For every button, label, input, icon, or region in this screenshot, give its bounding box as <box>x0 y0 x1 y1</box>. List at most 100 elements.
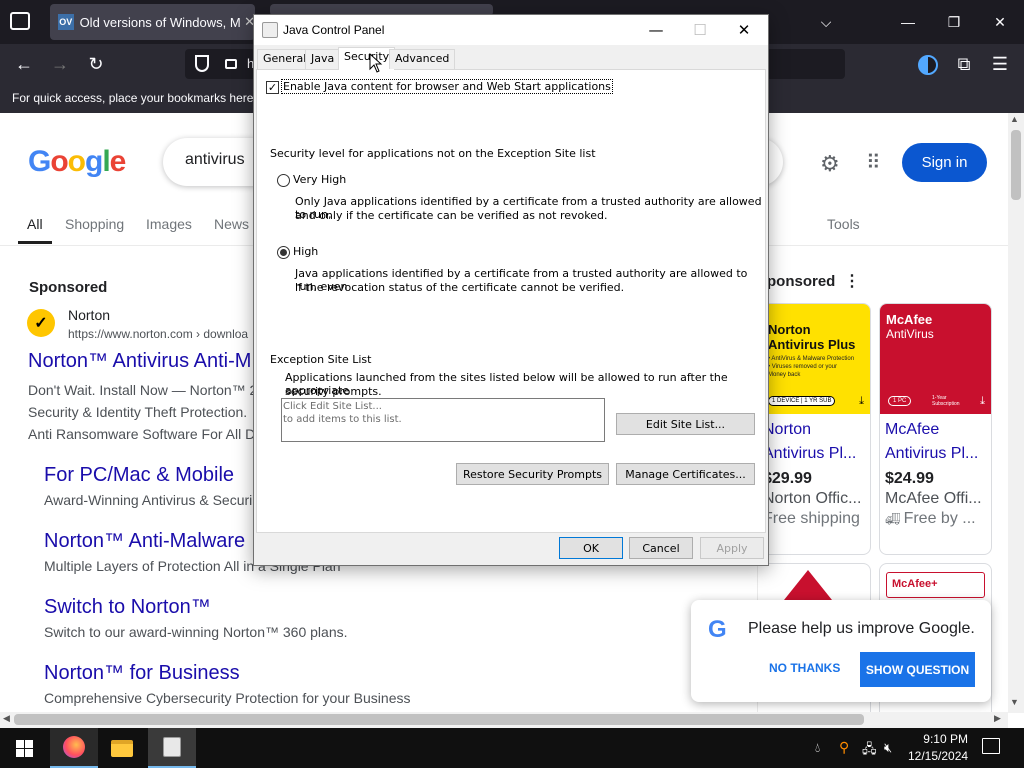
clock-date[interactable]: 12/15/2024 <box>908 749 968 763</box>
list-all-tabs-icon[interactable]: ⌵ <box>804 8 848 36</box>
product-name-mcafee[interactable]: McAfee Antivirus Pl... <box>880 414 991 466</box>
bookmarks-hint: For quick access, place your bookmarks h… <box>12 91 264 105</box>
apply-button[interactable]: Apply <box>700 537 764 559</box>
taskbar: 💧︎ ⚲ 🖧︎ 🔇︎ 9:10 PM 12/15/2024 <box>0 728 1024 768</box>
java-control-panel-taskbar-icon[interactable] <box>148 728 196 768</box>
product-price: $29.99 <box>763 470 812 487</box>
mcafee-plus-label: McAfee+ <box>886 572 985 598</box>
filter-news[interactable]: News <box>214 216 249 232</box>
jcp-title-bar[interactable]: Java Control Panel — ☐ ✕ <box>254 15 768 45</box>
sitelink-desc: Switch to our award-winning Norton™ 360 … <box>44 624 348 640</box>
network-tray-icon[interactable]: 🖧︎ <box>862 740 877 762</box>
reload-icon[interactable]: ↻ <box>82 50 110 78</box>
more-options-icon[interactable]: ⋮ <box>844 271 860 291</box>
tools-button[interactable]: Tools <box>827 216 860 232</box>
vertical-scrollbar[interactable] <box>1008 113 1024 713</box>
jcp-close-button[interactable]: ✕ <box>722 17 766 43</box>
feedback-popup: G Please help us improve Google. NO THAN… <box>691 600 991 702</box>
edit-site-list-button[interactable]: Edit Site List... <box>616 413 755 435</box>
tab-security[interactable]: Security <box>338 47 396 70</box>
product-name-norton[interactable]: Norton Antivirus Pl... <box>758 414 870 466</box>
tab-advanced[interactable]: Advanced <box>389 49 456 69</box>
google-g-icon: G <box>708 616 727 643</box>
very-high-label[interactable]: Very High <box>293 173 346 186</box>
sitelink-switch[interactable]: Switch to Norton™ <box>44 596 211 619</box>
feedback-text: Please help us improve Google. <box>748 620 975 637</box>
product-store: McAfee Offi... <box>885 490 982 507</box>
horizontal-scroll-thumb[interactable] <box>14 714 864 725</box>
jcp-minimize-button[interactable]: — <box>634 17 678 43</box>
scroll-down-icon[interactable]: ▼ <box>1010 697 1019 707</box>
search-tray-icon[interactable]: ⚲ <box>839 739 849 756</box>
show-question-button[interactable]: SHOW QUESTION <box>860 652 975 687</box>
scroll-up-icon[interactable]: ▲ <box>1010 114 1019 124</box>
dropbox-tray-icon[interactable]: 💧︎ <box>815 740 820 756</box>
account-icon[interactable] <box>918 55 938 75</box>
sitelink-desc: Award-Winning Antivirus & Securi <box>44 492 253 508</box>
start-windows-icon[interactable] <box>0 728 48 768</box>
download-icon: ⤓ <box>980 395 985 407</box>
product-price: $24.99 <box>885 470 934 487</box>
ad-url: https://www.norton.com › downloa <box>68 327 249 341</box>
volume-muted-icon[interactable]: 🔇︎ <box>884 740 892 756</box>
forward-icon[interactable]: → <box>46 50 74 78</box>
extensions-icon[interactable]: ⧉ <box>950 50 978 78</box>
close-window-button[interactable]: ✕ <box>978 8 1022 36</box>
exception-site-list-box[interactable]: Click Edit Site List... to add items to … <box>281 398 605 442</box>
google-apps-icon[interactable]: ⠿ <box>866 150 881 175</box>
sign-in-button[interactable]: Sign in <box>902 143 987 182</box>
truck-icon: 🚚︎ <box>885 512 904 526</box>
enable-java-checkbox[interactable]: ✓ <box>266 81 279 94</box>
sitelink-anti-malware[interactable]: Norton™ Anti-Malware <box>44 530 245 553</box>
enable-java-label[interactable]: Enable Java content for browser and Web … <box>281 79 613 94</box>
filter-images[interactable]: Images <box>146 216 192 232</box>
firefox-icon[interactable] <box>50 728 98 768</box>
scroll-right-icon[interactable]: ▶ <box>994 713 1001 724</box>
clock-time[interactable]: 9:10 PM <box>912 732 968 746</box>
java-cup-icon <box>262 22 278 38</box>
restore-security-prompts-button[interactable]: Restore Security Prompts <box>456 463 609 485</box>
sitelink-desc: Comprehensive Cybersecurity Protection f… <box>44 690 411 706</box>
menu-icon[interactable]: ☰ <box>986 50 1014 78</box>
minimize-button[interactable]: — <box>886 8 930 36</box>
lock-icon[interactable] <box>225 59 237 69</box>
tab-java[interactable]: Java <box>305 49 341 69</box>
no-thanks-button[interactable]: NO THANKS <box>769 661 840 675</box>
high-radio[interactable] <box>277 246 290 259</box>
security-level-label: Security level for applications not on t… <box>270 147 596 160</box>
cancel-button[interactable]: Cancel <box>629 537 693 559</box>
sitelink-pc-mac[interactable]: For PC/Mac & Mobile <box>44 464 234 487</box>
ok-button[interactable]: OK <box>559 537 623 559</box>
download-icon: ⤓ <box>859 395 864 407</box>
file-explorer-icon[interactable] <box>98 728 146 768</box>
back-icon[interactable]: ← <box>10 50 38 78</box>
manage-certificates-button[interactable]: Manage Certificates... <box>616 463 755 485</box>
scroll-left-icon[interactable]: ◀ <box>3 713 10 724</box>
tab-old-versions[interactable]: OV Old versions of Windows, Mac ... ✕ <box>50 4 255 40</box>
filter-all[interactable]: All <box>18 216 52 244</box>
product-shipping: Free shipping <box>763 510 860 527</box>
high-label[interactable]: High <box>293 245 318 258</box>
ad-desc-line-3: Anti Ransomware Software For All D <box>28 426 256 442</box>
product-image-norton: Norton Antivirus Plus • AntiVirus & Malw… <box>758 304 870 414</box>
settings-icon[interactable]: ⚙ <box>820 151 840 177</box>
site-list-hint: to add items to this list. <box>283 414 402 425</box>
ad-title-link[interactable]: Norton™ Antivirus Anti-M <box>28 350 251 373</box>
product-card-mcafee[interactable]: McAfee AntiVirus 1 PC 1-Year Subscriptio… <box>879 303 992 555</box>
filter-shopping[interactable]: Shopping <box>65 216 124 232</box>
google-logo[interactable]: Google <box>28 145 126 179</box>
notifications-icon[interactable] <box>982 738 1000 754</box>
jcp-maximize-button[interactable]: ☐ <box>678 17 722 43</box>
exception-desc: security prompts. <box>285 385 382 398</box>
mouse-cursor-icon <box>369 53 383 73</box>
shield-icon[interactable] <box>195 55 209 72</box>
norton-logo-icon: ✓ <box>27 309 55 337</box>
ad-desc-line-1: Don't Wait. Install Now — Norton™ 2 <box>28 382 258 398</box>
tab-favicon-icon: OV <box>58 14 74 30</box>
product-card-norton[interactable]: Norton Antivirus Plus • AntiVirus & Malw… <box>758 303 871 555</box>
very-high-radio[interactable] <box>277 174 290 187</box>
sitelink-business[interactable]: Norton™ for Business <box>44 662 240 685</box>
restore-button[interactable]: ❐ <box>932 8 976 36</box>
vertical-scroll-thumb[interactable] <box>1011 130 1021 200</box>
tab-overview-icon[interactable] <box>10 12 30 30</box>
